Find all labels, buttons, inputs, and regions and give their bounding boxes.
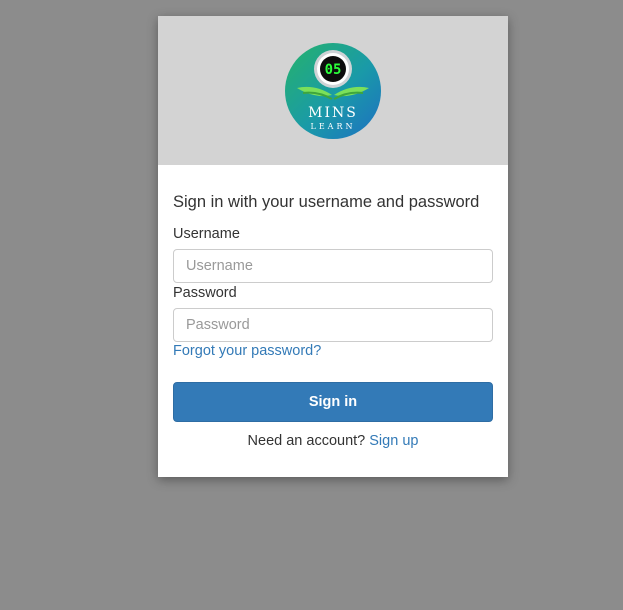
login-card: 05 MINS LEARN Sign in with your username… [158, 16, 508, 477]
username-label: Username [173, 226, 240, 242]
logo-banner: 05 MINS LEARN [158, 16, 508, 165]
signup-row: Need an account? Sign up [158, 433, 508, 449]
username-input[interactable] [173, 249, 493, 283]
forgot-password-link[interactable]: Forgot your password? [173, 343, 321, 359]
logo-title: MINS [308, 105, 358, 121]
signup-prompt: Need an account? [247, 433, 370, 449]
sign-in-button[interactable]: Sign in [173, 382, 493, 422]
sign-up-link[interactable]: Sign up [369, 433, 418, 449]
logo-subtitle: LEARN [311, 122, 356, 131]
logo-digits: 05 [325, 62, 342, 78]
password-label: Password [173, 285, 237, 301]
mins-learn-logo: 05 MINS LEARN [285, 43, 381, 139]
form-heading: Sign in with your username and password [173, 193, 480, 211]
password-input[interactable] [173, 308, 493, 342]
